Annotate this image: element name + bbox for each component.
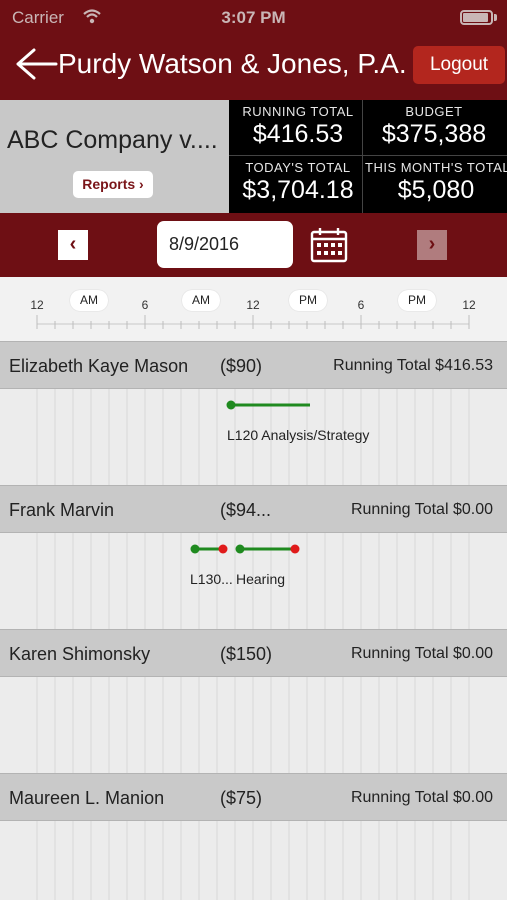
- timekeeper-row-header[interactable]: Maureen L. Manion ($75) Running Total $0…: [0, 773, 507, 821]
- period-badge-pm-1: PM: [289, 290, 327, 311]
- timekeeper-timeline[interactable]: L120 Analysis/Strategy: [0, 389, 507, 485]
- timekeeper-rate: ($150): [220, 644, 273, 664]
- tick-label-12am-end: 12: [462, 298, 476, 312]
- timekeeper-timeline[interactable]: [0, 677, 507, 773]
- timeline-grid: [36, 677, 470, 773]
- logout-button[interactable]: Logout: [413, 46, 505, 84]
- previous-day-button[interactable]: ‹: [58, 230, 88, 260]
- timekeeper-row-header[interactable]: Elizabeth Kaye Mason ($90) Running Total…: [0, 341, 507, 389]
- time-entry-label[interactable]: L130...: [190, 571, 233, 587]
- timekeeper-timeline[interactable]: L130... Hearing: [0, 533, 507, 629]
- timekeeper-rate: ($75): [220, 788, 263, 808]
- tick-label-12am: 12: [30, 298, 44, 312]
- date-bar: ‹ 8/9/2016 ›: [0, 213, 507, 277]
- budget-cell: BUDGET $375,388: [365, 100, 503, 156]
- period-badge-pm-2: PM: [398, 290, 436, 311]
- timekeeper-rate: ($94...: [220, 500, 272, 520]
- timekeeper-running-total: Running Total $0.00: [350, 501, 493, 518]
- tick-label-6am: 6: [141, 298, 149, 312]
- month-total-value: $5,080: [397, 176, 475, 204]
- company-name[interactable]: ABC Company v....: [7, 126, 218, 155]
- time-entry-label[interactable]: Hearing: [236, 571, 285, 587]
- timekeeper-running-total: Running Total $0.00: [350, 645, 493, 662]
- running-total-label: RUNNING TOTAL: [242, 104, 354, 119]
- firm-title: Purdy Watson & Jones, P.A.: [58, 48, 407, 79]
- app-screen: Carrier 3:07 PM Purdy Watson & Jones, P.…: [0, 0, 507, 900]
- month-total-label: THIS MONTH'S TOTAL: [365, 160, 507, 175]
- totals-panel: RUNNING TOTAL $416.53 BUDGET $375,388 TO…: [229, 100, 507, 213]
- todays-total-value: $3,704.18: [242, 176, 354, 204]
- timekeeper-running-total: Running Total $416.53: [333, 357, 493, 374]
- running-total-cell: RUNNING TOTAL $416.53: [229, 100, 367, 156]
- budget-label: BUDGET: [405, 104, 463, 119]
- date-field[interactable]: 8/9/2016: [157, 221, 293, 268]
- time-entry-label[interactable]: L120 Analysis/Strategy: [227, 427, 369, 443]
- battery-tip: [494, 14, 497, 21]
- status-time: 3:07 PM: [221, 8, 286, 27]
- status-bar: Carrier 3:07 PM: [0, 0, 507, 36]
- timekeeper-running-total: Running Total $0.00: [350, 789, 493, 806]
- tick-label-12pm: 12: [246, 298, 260, 312]
- tick-label-6pm: 6: [357, 298, 365, 312]
- timekeeper-name: Elizabeth Kaye Mason: [9, 356, 189, 376]
- timekeeper-name: Karen Shimonsky: [9, 644, 151, 664]
- timekeeper-name: Maureen L. Manion: [9, 788, 165, 808]
- company-panel: ABC Company v.... Reports ›: [0, 100, 229, 213]
- timeline-ruler: 12 AM 6 AM 12 PM 6 PM 12: [0, 277, 507, 341]
- nav-bar: Purdy Watson & Jones, P.A. Logout: [0, 36, 507, 100]
- calendar-icon[interactable]: [310, 227, 348, 263]
- month-total-cell: THIS MONTH'S TOTAL $5,080: [365, 156, 507, 212]
- back-arrow-icon[interactable]: [14, 44, 58, 84]
- running-total-value: $416.53: [252, 120, 344, 148]
- reports-button[interactable]: Reports ›: [73, 171, 153, 198]
- timekeeper-row-header[interactable]: Frank Marvin ($94... Running Total $0.00: [0, 485, 507, 533]
- budget-value: $375,388: [381, 120, 487, 148]
- battery-icon: [460, 10, 493, 25]
- timekeeper-name: Frank Marvin: [9, 500, 115, 520]
- todays-total-cell: TODAY'S TOTAL $3,704.18: [229, 156, 367, 212]
- timekeeper-timeline[interactable]: [0, 821, 507, 900]
- timekeeper-rate: ($90): [220, 356, 263, 376]
- todays-total-label: TODAY'S TOTAL: [245, 160, 351, 175]
- period-badge-am-1: AM: [70, 290, 108, 311]
- timekeeper-row-header[interactable]: Karen Shimonsky ($150) Running Total $0.…: [0, 629, 507, 677]
- next-day-button[interactable]: ›: [417, 230, 447, 260]
- timeline-grid: [36, 821, 470, 900]
- period-badge-am-2: AM: [182, 290, 220, 311]
